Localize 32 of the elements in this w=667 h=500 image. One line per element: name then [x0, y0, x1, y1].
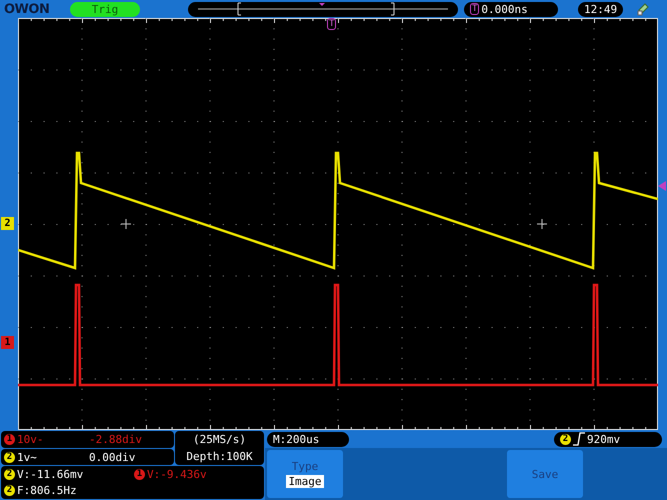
channel-badge: 2	[4, 485, 15, 496]
channel-badge: 1	[4, 434, 15, 445]
brand-logo: OWON	[4, 2, 50, 16]
measurement-value: V:-9.436v	[147, 468, 207, 481]
softkey-label: Type	[292, 460, 318, 473]
channel-badge: 2	[560, 434, 571, 444]
softkey-value: Image	[286, 475, 324, 488]
usb-icon	[637, 2, 650, 16]
trigger-status: Trig	[70, 2, 140, 16]
timebase: M:200us	[267, 432, 349, 446]
channel-marker[interactable]: 2	[1, 217, 14, 230]
type-softkey[interactable]: Type Image	[267, 450, 343, 498]
crosshair-icon	[120, 218, 132, 230]
sample-rate: (25MS/s)	[193, 433, 246, 446]
trigger-marker[interactable]: T	[327, 18, 336, 30]
measurement-value: F:806.5Hz	[17, 484, 77, 498]
trigger-position-marker: T	[470, 3, 480, 15]
memory-depth: Depth:100K	[186, 450, 253, 463]
clock: 12:49	[578, 2, 624, 16]
channel-badge: 2	[4, 452, 15, 462]
channel-marker[interactable]: 1	[1, 336, 14, 349]
rising-edge-icon	[573, 432, 585, 446]
crosshair-icon	[536, 218, 548, 230]
measurement-value: V:-11.66mv	[17, 468, 84, 481]
channel-badge: 2	[4, 468, 15, 480]
trigger-time: 0.000ns	[481, 2, 528, 16]
trigger-level: 920mv	[587, 432, 620, 446]
channel-offset: 0.00div	[89, 450, 136, 464]
channel-offset: -2.88div	[89, 433, 142, 446]
channel-badge: 1	[134, 468, 145, 480]
channel-scale: 1v~	[17, 450, 38, 464]
channel-scale: 10v-	[17, 433, 44, 446]
